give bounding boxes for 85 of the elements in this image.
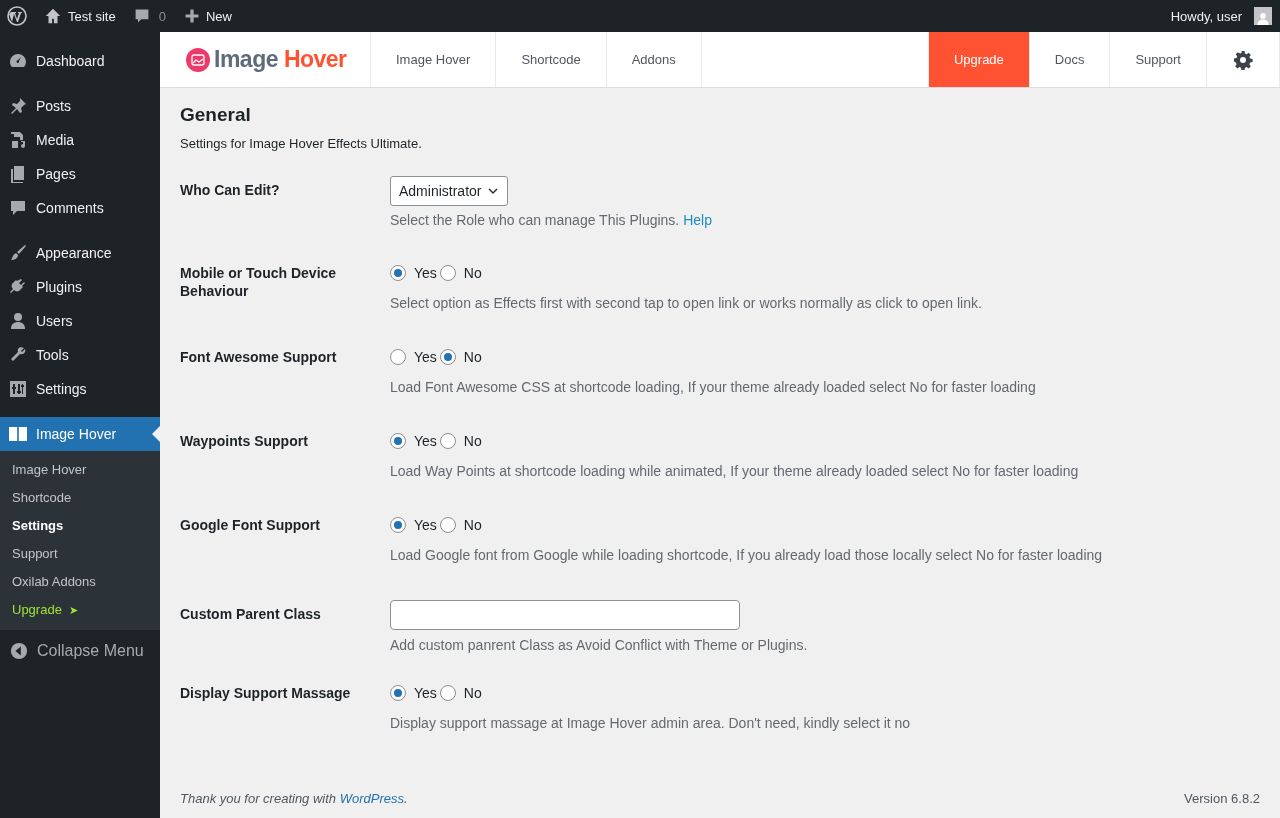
comments-link[interactable]: 0 [133, 8, 166, 24]
radio-button[interactable] [439, 433, 456, 449]
field-label: Who Can Edit? [180, 181, 281, 200]
wordpress-logo-icon[interactable] [7, 6, 27, 26]
radio-button[interactable] [439, 517, 456, 533]
field-label: Display Support Massage [180, 684, 352, 703]
help-text: Select option as Effects first with second tap to open link or works normally as click to open link. [390, 294, 983, 313]
submenu-item[interactable]: Shortcode [0, 484, 160, 512]
plus-icon [183, 8, 200, 24]
field-label: Font Awesome Support [180, 348, 338, 367]
user-icon [8, 311, 28, 331]
radio-button[interactable] [439, 349, 456, 365]
collapse-menu-button[interactable]: Collapse Menu [0, 634, 160, 668]
arrow-icon: ➤ [68, 604, 78, 616]
submenu-item[interactable]: Upgrade ➤ [0, 596, 160, 624]
account-link[interactable]: Howdy, user [1170, 7, 1272, 25]
radio-button[interactable] [439, 265, 456, 281]
help-text: Add custom panrent Class as Avoid Conflict with Theme or Plugins. [390, 636, 809, 655]
help-text: Select the Role who can manage This Plugins. Help [390, 211, 713, 230]
option-label: No [463, 433, 482, 449]
radio-button[interactable] [390, 685, 406, 701]
version-text: Version 6.8.2 [1184, 791, 1260, 806]
option-label: No [463, 517, 482, 533]
menu-item[interactable]: Pages [0, 157, 160, 191]
media-icon [8, 130, 28, 150]
comment-bubble-icon [133, 8, 150, 24]
radio-button[interactable] [390, 265, 406, 281]
radio-button[interactable] [390, 349, 406, 365]
help-text: Load Google font from Google while loading shortcode, If you already load those locally select No for faster loading [390, 546, 1104, 565]
brand-logo-text: Image Hover [214, 46, 347, 73]
help-text: Display support massage at Image Hover admin area. Don't need, kindly select it no [390, 714, 912, 733]
submenu-item[interactable]: Oxilab Addons [0, 568, 160, 596]
menu-item[interactable]: Tools [0, 338, 160, 372]
submenu-item[interactable]: Settings [0, 512, 160, 540]
submenu-item[interactable]: Support [0, 540, 160, 568]
menu-item[interactable]: Image Hover [0, 417, 160, 451]
footer-credit-text: Thank you for creating with WordPress. [180, 791, 408, 806]
role-dropdown[interactable]: Administrator [390, 176, 509, 206]
option-label: No [463, 349, 482, 365]
option-label: Yes [414, 349, 437, 365]
field-label: Custom Parent Class [180, 605, 322, 624]
text-input-field[interactable] [390, 600, 740, 630]
split-image-icon [8, 424, 28, 444]
help-text: Load Way Points at shortcode loading while animated, If your theme already loaded select No for faster loading [390, 462, 1080, 481]
option-label: Yes [414, 685, 437, 701]
chevron-down-icon [487, 185, 500, 197]
menu-item[interactable]: Posts [0, 89, 160, 123]
user-silhouette-icon [1256, 11, 1270, 25]
field-label: Waypoints Support [180, 432, 309, 451]
menu-item[interactable]: Users [0, 304, 160, 338]
help-text: Load Font Awesome CSS at shortcode loading, If your theme already loaded select No for faster loading [390, 378, 1037, 397]
wordpress-link[interactable]: WordPress [339, 791, 404, 806]
menu-item[interactable]: Media [0, 123, 160, 157]
option-label: Yes [414, 433, 437, 449]
new-link[interactable]: New [183, 8, 232, 24]
option-label: Yes [414, 265, 437, 281]
nav-tab[interactable]: Support [1110, 32, 1207, 87]
radio-button[interactable] [390, 433, 406, 449]
left-arrow-circle-icon [10, 642, 28, 660]
menu-item[interactable]: Comments [0, 191, 160, 225]
paintbrush-icon [8, 243, 28, 263]
menu-item[interactable]: Plugins [0, 270, 160, 304]
nav-tab[interactable]: Addons [606, 32, 702, 87]
menu-item[interactable]: Appearance [0, 236, 160, 270]
section-description: Settings for Image Hover Effects Ultimate. [180, 136, 423, 151]
option-label: Yes [414, 517, 437, 533]
comment-bubble-icon [8, 198, 28, 218]
submenu-item[interactable]: Image Hover [0, 456, 160, 484]
home-icon [44, 7, 62, 25]
sliders-icon [8, 379, 28, 399]
radio-button[interactable] [390, 517, 406, 533]
radio-button[interactable] [439, 685, 456, 701]
nav-tab[interactable]: Image Hover [371, 32, 497, 87]
nav-tab[interactable]: Shortcode [496, 32, 607, 87]
option-label: No [463, 685, 482, 701]
option-label: No [463, 265, 482, 281]
menu-item[interactable]: Settings [0, 372, 160, 406]
menu-item[interactable]: Dashboard [0, 44, 160, 78]
site-link[interactable]: Test site [44, 7, 116, 25]
section-heading: General [180, 104, 252, 126]
settings-icon [1233, 49, 1253, 70]
field-label: Google Font Support [180, 516, 321, 535]
field-label: Mobile or Touch Device Behaviour [180, 264, 338, 301]
photo-badge-icon [186, 47, 210, 72]
nav-tab[interactable]: Docs [1029, 32, 1111, 87]
